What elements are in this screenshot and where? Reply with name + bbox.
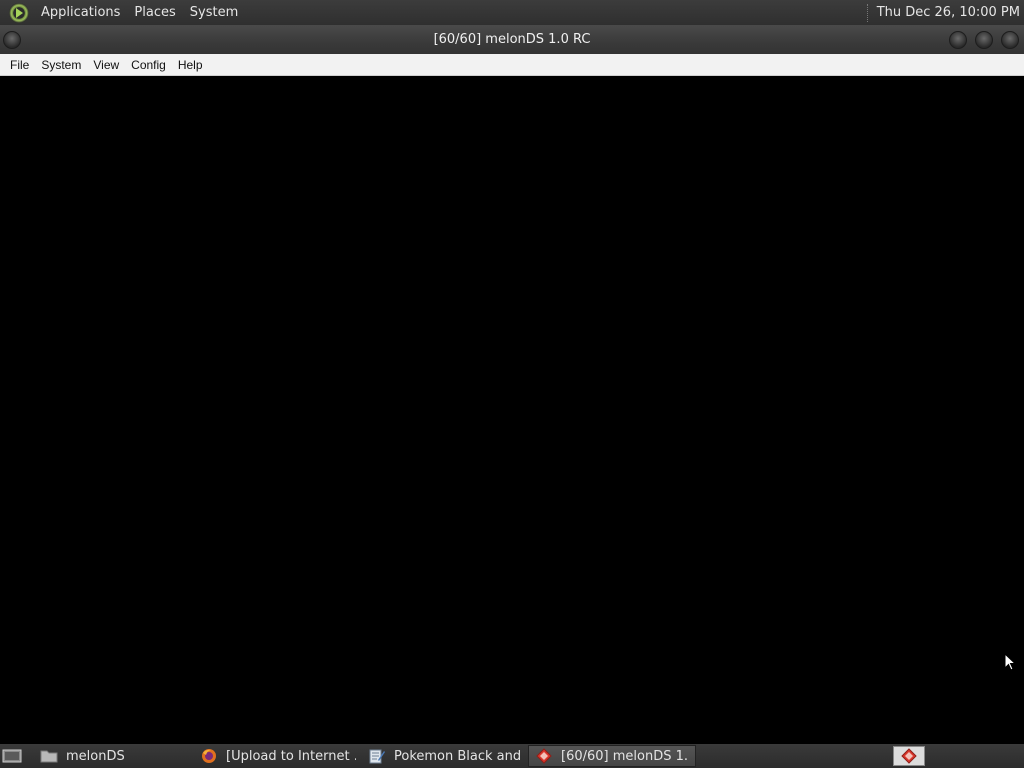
task-label: [60/60] melonDS 1.... bbox=[561, 748, 689, 764]
task-melonds-window[interactable]: [60/60] melonDS 1.... bbox=[528, 745, 696, 767]
emulator-screen[interactable] bbox=[0, 76, 1024, 744]
text-editor-icon bbox=[369, 749, 385, 764]
tray-melonds[interactable] bbox=[893, 746, 925, 766]
menu-view[interactable]: View bbox=[87, 54, 125, 76]
minimize-button[interactable] bbox=[949, 31, 967, 49]
window-title: [60/60] melonDS 1.0 RC bbox=[433, 32, 591, 47]
melonds-tray-icon bbox=[901, 748, 917, 764]
panel-separator bbox=[866, 3, 869, 22]
window-titlebar[interactable]: [60/60] melonDS 1.0 RC bbox=[0, 25, 1024, 54]
task-label: [Upload to Internet ... bbox=[226, 748, 356, 764]
menu-help[interactable]: Help bbox=[172, 54, 209, 76]
close-button[interactable] bbox=[1001, 31, 1019, 49]
taskbar: melonDS [Upload to Internet ... Pokemon … bbox=[0, 744, 1024, 768]
menubar: File System View Config Help bbox=[0, 54, 1024, 76]
applications-menu[interactable]: Applications bbox=[34, 0, 127, 25]
melonds-icon bbox=[536, 748, 552, 764]
menu-file[interactable]: File bbox=[4, 54, 35, 76]
task-label: melonDS bbox=[66, 748, 125, 764]
folder-icon bbox=[40, 750, 58, 763]
maximize-button[interactable] bbox=[975, 31, 993, 49]
menu-config[interactable]: Config bbox=[125, 54, 172, 76]
mouse-cursor-icon bbox=[1004, 653, 1017, 671]
panel-right-area: Thu Dec 26, 10:00 PM bbox=[866, 0, 1024, 25]
show-desktop-icon bbox=[2, 749, 22, 763]
task-upload-browser[interactable]: [Upload to Internet ... bbox=[194, 745, 362, 767]
system-menu[interactable]: System bbox=[183, 0, 245, 25]
menu-system[interactable]: System bbox=[35, 54, 87, 76]
show-desktop-button[interactable] bbox=[0, 744, 24, 768]
task-pokemon-editor[interactable]: Pokemon Black and... bbox=[362, 745, 528, 767]
clock[interactable]: Thu Dec 26, 10:00 PM bbox=[877, 5, 1024, 20]
firefox-icon bbox=[202, 749, 216, 763]
task-label: Pokemon Black and... bbox=[394, 748, 522, 764]
mate-menu-icon[interactable] bbox=[9, 2, 29, 23]
task-melonds-folder[interactable]: melonDS bbox=[34, 745, 194, 767]
places-menu[interactable]: Places bbox=[127, 0, 182, 25]
top-panel: Applications Places System Thu Dec 26, 1… bbox=[0, 0, 1024, 25]
